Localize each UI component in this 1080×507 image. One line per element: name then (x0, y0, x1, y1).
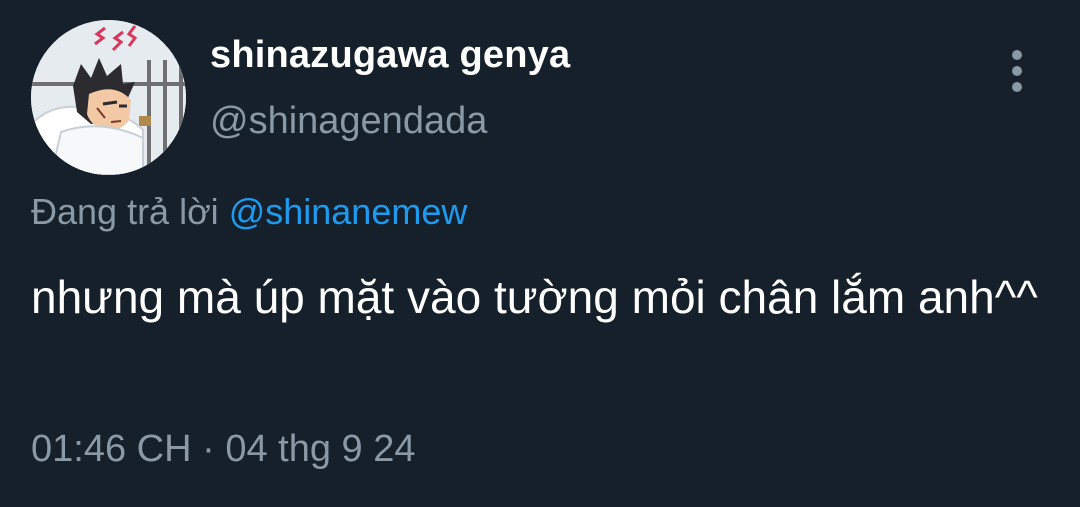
author-handle[interactable]: @shinagendada (210, 100, 487, 143)
avatar-image (31, 20, 186, 175)
more-vertical-icon[interactable] (1000, 48, 1034, 94)
reply-mention-link[interactable]: @shinanemew (229, 191, 468, 232)
tweet-detail: shinazugawa genya @shinagendada Đang trả… (0, 0, 1080, 507)
tweet-meta: 01:46 CH · 04 thg 9 24 (31, 428, 416, 471)
tweet-text: nhưng mà úp mặt vào tường mỏi chân lắm a… (31, 271, 1038, 323)
avatar[interactable] (31, 20, 186, 175)
reply-prefix: Đang trả lời (31, 191, 219, 232)
reply-context: Đang trả lời @shinanemew (31, 191, 467, 233)
meta-separator: · (191, 428, 226, 470)
tweet-date[interactable]: 04 thg 9 24 (225, 428, 415, 470)
author-display-name[interactable]: shinazugawa genya (210, 34, 570, 77)
tweet-time[interactable]: 01:46 CH (31, 428, 192, 470)
